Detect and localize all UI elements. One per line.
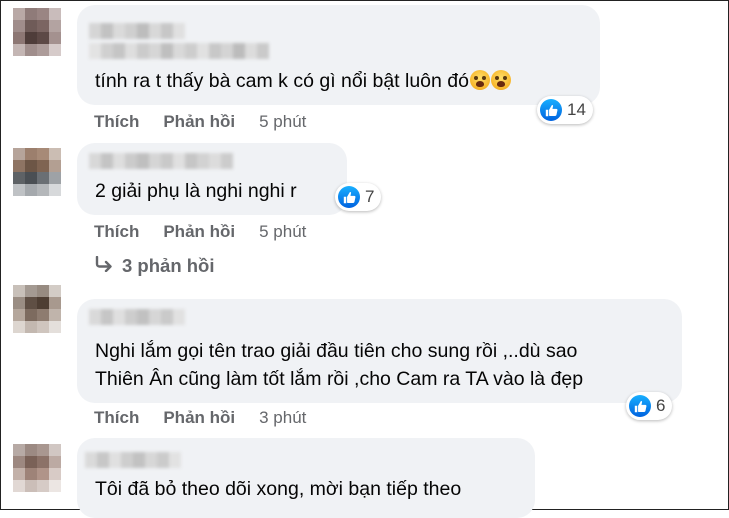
comment-text: 2 giải phụ là nghi nghi r xyxy=(95,180,297,202)
reaction-count[interactable]: 14 xyxy=(537,96,593,124)
like-button[interactable]: Thích xyxy=(94,222,139,242)
avatar[interactable] xyxy=(13,285,61,333)
reaction-count[interactable]: 7 xyxy=(335,183,382,211)
like-icon xyxy=(629,395,651,417)
author-name-blurred[interactable] xyxy=(85,452,181,468)
like-button[interactable]: Thích xyxy=(94,112,139,132)
reaction-count[interactable]: 6 xyxy=(626,392,673,420)
view-replies-link[interactable]: 3 phản hồi xyxy=(94,255,215,277)
reply-button[interactable]: Phản hồi xyxy=(163,222,235,242)
comment-text: Tôi đã bỏ theo dõi xong, mời bạn tiếp th… xyxy=(95,478,462,500)
author-name-blurred[interactable] xyxy=(89,23,185,39)
comment-actions: Thích Phản hồi 5 phút xyxy=(94,112,306,132)
avatar[interactable] xyxy=(13,444,61,492)
like-button[interactable]: Thích xyxy=(94,408,139,428)
timestamp[interactable]: 5 phút xyxy=(259,222,306,242)
crying-face-icon xyxy=(490,70,511,90)
comment-bubble: 2 giải phụ là nghi nghi r xyxy=(77,143,347,215)
comment-bubble: Tôi đã bỏ theo dõi xong, mời bạn tiếp th… xyxy=(77,438,535,518)
reply-button[interactable]: Phản hồi xyxy=(163,408,235,428)
comment-text: tính ra t thấy bà cam k có gì nổi bật lu… xyxy=(95,67,511,95)
avatar[interactable] xyxy=(13,148,61,196)
like-icon xyxy=(338,186,360,208)
timestamp[interactable]: 3 phút xyxy=(259,408,306,428)
timestamp[interactable]: 5 phút xyxy=(259,112,306,132)
comment-actions: Thích Phản hồi 5 phút xyxy=(94,222,306,242)
comment-text: Nghi lắm gọi tên trao giải đầu tiên cho … xyxy=(95,340,578,362)
author-name-blurred[interactable] xyxy=(89,309,185,325)
avatar[interactable] xyxy=(13,8,61,56)
author-name-blurred[interactable] xyxy=(89,153,233,169)
comment-bubble: Nghi lắm gọi tên trao giải đầu tiên cho … xyxy=(77,299,682,403)
crying-face-icon xyxy=(469,70,490,90)
author-name-blurred xyxy=(89,43,269,59)
reply-button[interactable]: Phản hồi xyxy=(163,112,235,132)
comment-bubble: tính ra t thấy bà cam k có gì nổi bật lu… xyxy=(77,5,600,105)
comment-text: Thiên Ân cũng làm tốt lắm rồi ,cho Cam r… xyxy=(95,368,584,390)
like-icon xyxy=(540,99,562,121)
comment-actions: Thích Phản hồi 3 phút xyxy=(94,408,306,428)
reply-arrow-icon xyxy=(94,255,114,277)
